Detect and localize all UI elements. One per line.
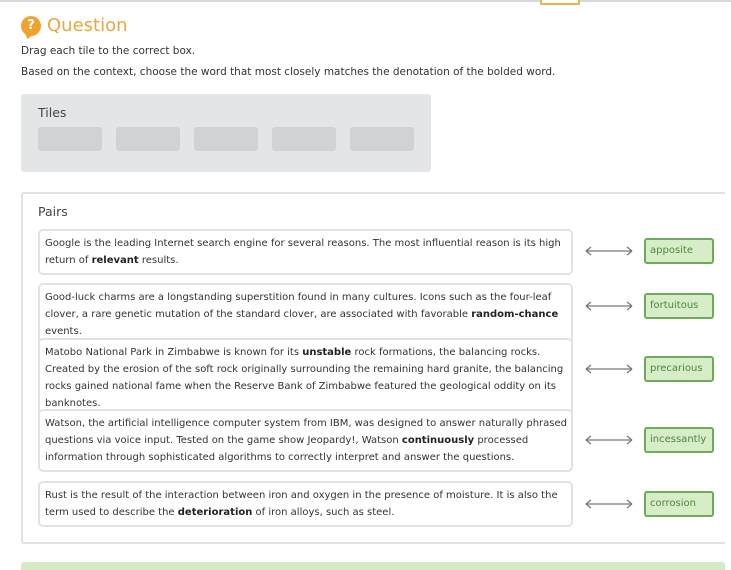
bolded-word: continuously (401, 435, 475, 446)
bolded-word: random-chance (471, 309, 559, 320)
instruction-context: Based on the context, choose the word th… (21, 66, 556, 78)
pair-sentence: Matobo National Park in Zimbabwe is know… (38, 338, 573, 418)
sentence-text: Matobo National Park in Zimbabwe is know… (45, 347, 303, 358)
answer-box[interactable]: fortuitous (644, 293, 714, 319)
answer-box[interactable]: corrosion (644, 491, 714, 517)
sentence-text: events. (45, 326, 82, 337)
double-arrow-icon (585, 246, 633, 256)
double-arrow-icon (585, 301, 633, 311)
pair-sentence: Google is the leading Internet search en… (38, 229, 573, 275)
double-arrow-icon (585, 364, 633, 374)
tiles-container: Tiles (21, 94, 431, 172)
bolded-word: unstable (302, 347, 352, 358)
bolded-word: deterioration (177, 507, 253, 518)
bolded-word: relevant (91, 255, 139, 266)
answer-box[interactable]: incessantly (644, 427, 714, 453)
answer-box[interactable]: apposite (644, 238, 714, 264)
question-title: Question (47, 15, 128, 36)
tile-slot[interactable] (38, 127, 102, 151)
sentence-text: results. (138, 255, 179, 266)
pairs-label: Pairs (38, 204, 68, 219)
sentence-text: of iron alloys, such as steel. (252, 507, 395, 518)
pairs-container: Pairs Google is the leading Internet sea… (21, 192, 725, 544)
question-mark-icon: ? (21, 15, 41, 36)
top-border (0, 0, 731, 2)
question-header: ? Question (21, 15, 128, 36)
pair-sentence: Watson, the artificial intelligence comp… (38, 409, 573, 472)
tile-slot[interactable] (116, 127, 180, 151)
tile-slot[interactable] (272, 127, 336, 151)
answer-box[interactable]: precarious (644, 356, 714, 382)
double-arrow-icon (585, 435, 633, 445)
top-tab-indicator[interactable] (540, 0, 580, 5)
instruction-drag: Drag each tile to the correct box. (21, 45, 196, 57)
tiles-label: Tiles (38, 105, 67, 120)
pair-sentence: Rust is the result of the interaction be… (38, 481, 573, 527)
feedback-bar (21, 562, 725, 570)
double-arrow-icon (585, 499, 633, 509)
pair-sentence: Good-luck charms are a longstanding supe… (38, 283, 573, 346)
tile-slot[interactable] (350, 127, 414, 151)
tile-slot[interactable] (194, 127, 258, 151)
